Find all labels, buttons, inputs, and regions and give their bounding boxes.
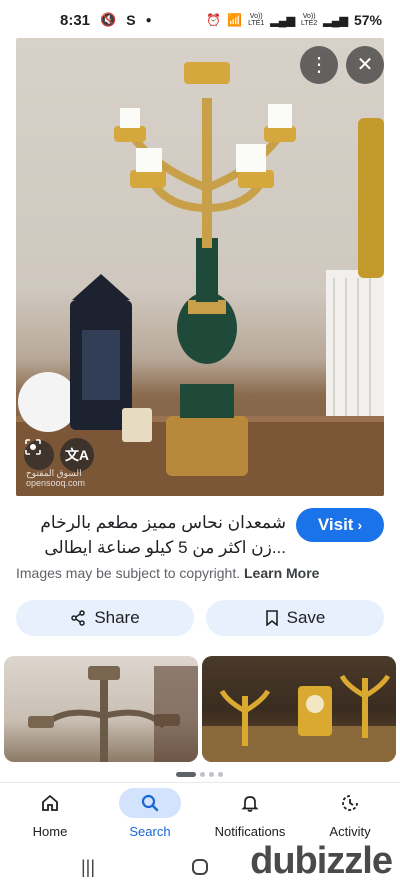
chevron-right-icon: › [357,517,363,533]
result-header: شمعدان نحاس مميز مطعم بالرخام ...زن اكثر… [16,508,384,564]
translate-icon: 文A [64,447,90,463]
related-image-2[interactable] [202,656,396,762]
save-button[interactable]: Save [206,600,384,636]
more-options-button[interactable]: ⋮ [300,46,338,84]
alarm-icon: ⏰ [206,13,222,27]
share-button[interactable]: Share [16,600,194,636]
home-circle-icon [192,859,208,875]
status-time: 8:31 [60,11,91,29]
main-image[interactable]: ⋮ ✕ 文A السوق المفتوح opensooq.com [16,38,384,496]
close-icon: ✕ [356,54,374,76]
bottom-navigation: Home Search Notifications Activity [0,782,400,844]
page-dot [209,772,214,777]
page-dot-active [176,772,196,777]
copyright-text: Images may be subject to copyright. [16,565,241,581]
nav-search[interactable]: Search [100,783,200,844]
more-vert-icon: ⋮ [309,54,329,76]
related-image-2-art [202,674,396,762]
recents-icon: ||| [80,856,96,877]
page-dot [218,772,223,777]
candelabra-illustration [16,62,384,496]
wifi-icon: 📶 [227,13,243,27]
result-title[interactable]: شمعدان نحاس مميز مطعم بالرخام ...زن اكثر… [16,510,286,560]
s-app-icon: S [126,12,136,28]
nav-home[interactable]: Home [0,783,100,844]
nav-activity-label: Activity [329,824,371,839]
related-images [4,656,396,762]
net1-label: Vo)) LTE1 [248,13,265,27]
mute-icon: 🔇 [100,12,117,27]
page-indicator [176,772,223,777]
copyright-notice: Images may be subject to copyright. Lear… [16,565,319,581]
nav-activity[interactable]: Activity [300,783,400,844]
signal-icon-2: ▂▄▆ [323,14,348,27]
signal-icon: ▂▄▆ [270,14,296,27]
nav-search-label: Search [129,824,171,839]
action-row: Share Save [16,600,384,636]
related-image-1[interactable] [4,656,198,762]
nav-home-label: Home [32,824,68,839]
dot-icon: ● [145,14,152,26]
status-bar: 8:31 🔇 S ● ⏰ 📶 Vo)) LTE1 ▂▄▆ Vo)) LTE2 ▂▄▆… [0,0,400,40]
nav-notifications-label: Notifications [214,824,286,839]
share-icon [71,610,86,626]
bell-icon [241,796,259,812]
nav-notifications[interactable]: Notifications [200,783,300,844]
visit-label: Visit [317,515,354,534]
recents-button[interactable]: ||| [68,854,108,880]
close-button[interactable]: ✕ [346,46,384,84]
lens-icon [25,439,41,455]
lens-badge: 文A [24,438,94,472]
page-dot [200,772,205,777]
dubizzle-logo: dubizzle [250,840,393,882]
battery-level: 57% [353,12,382,28]
save-label: Save [286,608,326,627]
activity-icon [342,795,358,811]
learn-more-link[interactable]: Learn More [244,565,319,581]
related-image-1-art [28,666,198,762]
image-watermark: السوق المفتوح opensooq.com [26,468,86,488]
share-label: Share [94,608,140,627]
translate-button[interactable]: 文A [60,438,94,472]
visit-button[interactable]: Visit › [296,508,384,542]
search-icon [141,794,159,812]
home-icon [42,794,58,811]
net2-label: Vo)) LTE2 [301,13,318,27]
home-system-button[interactable] [180,854,220,880]
lens-button[interactable] [24,439,54,470]
bookmark-icon [265,610,278,626]
